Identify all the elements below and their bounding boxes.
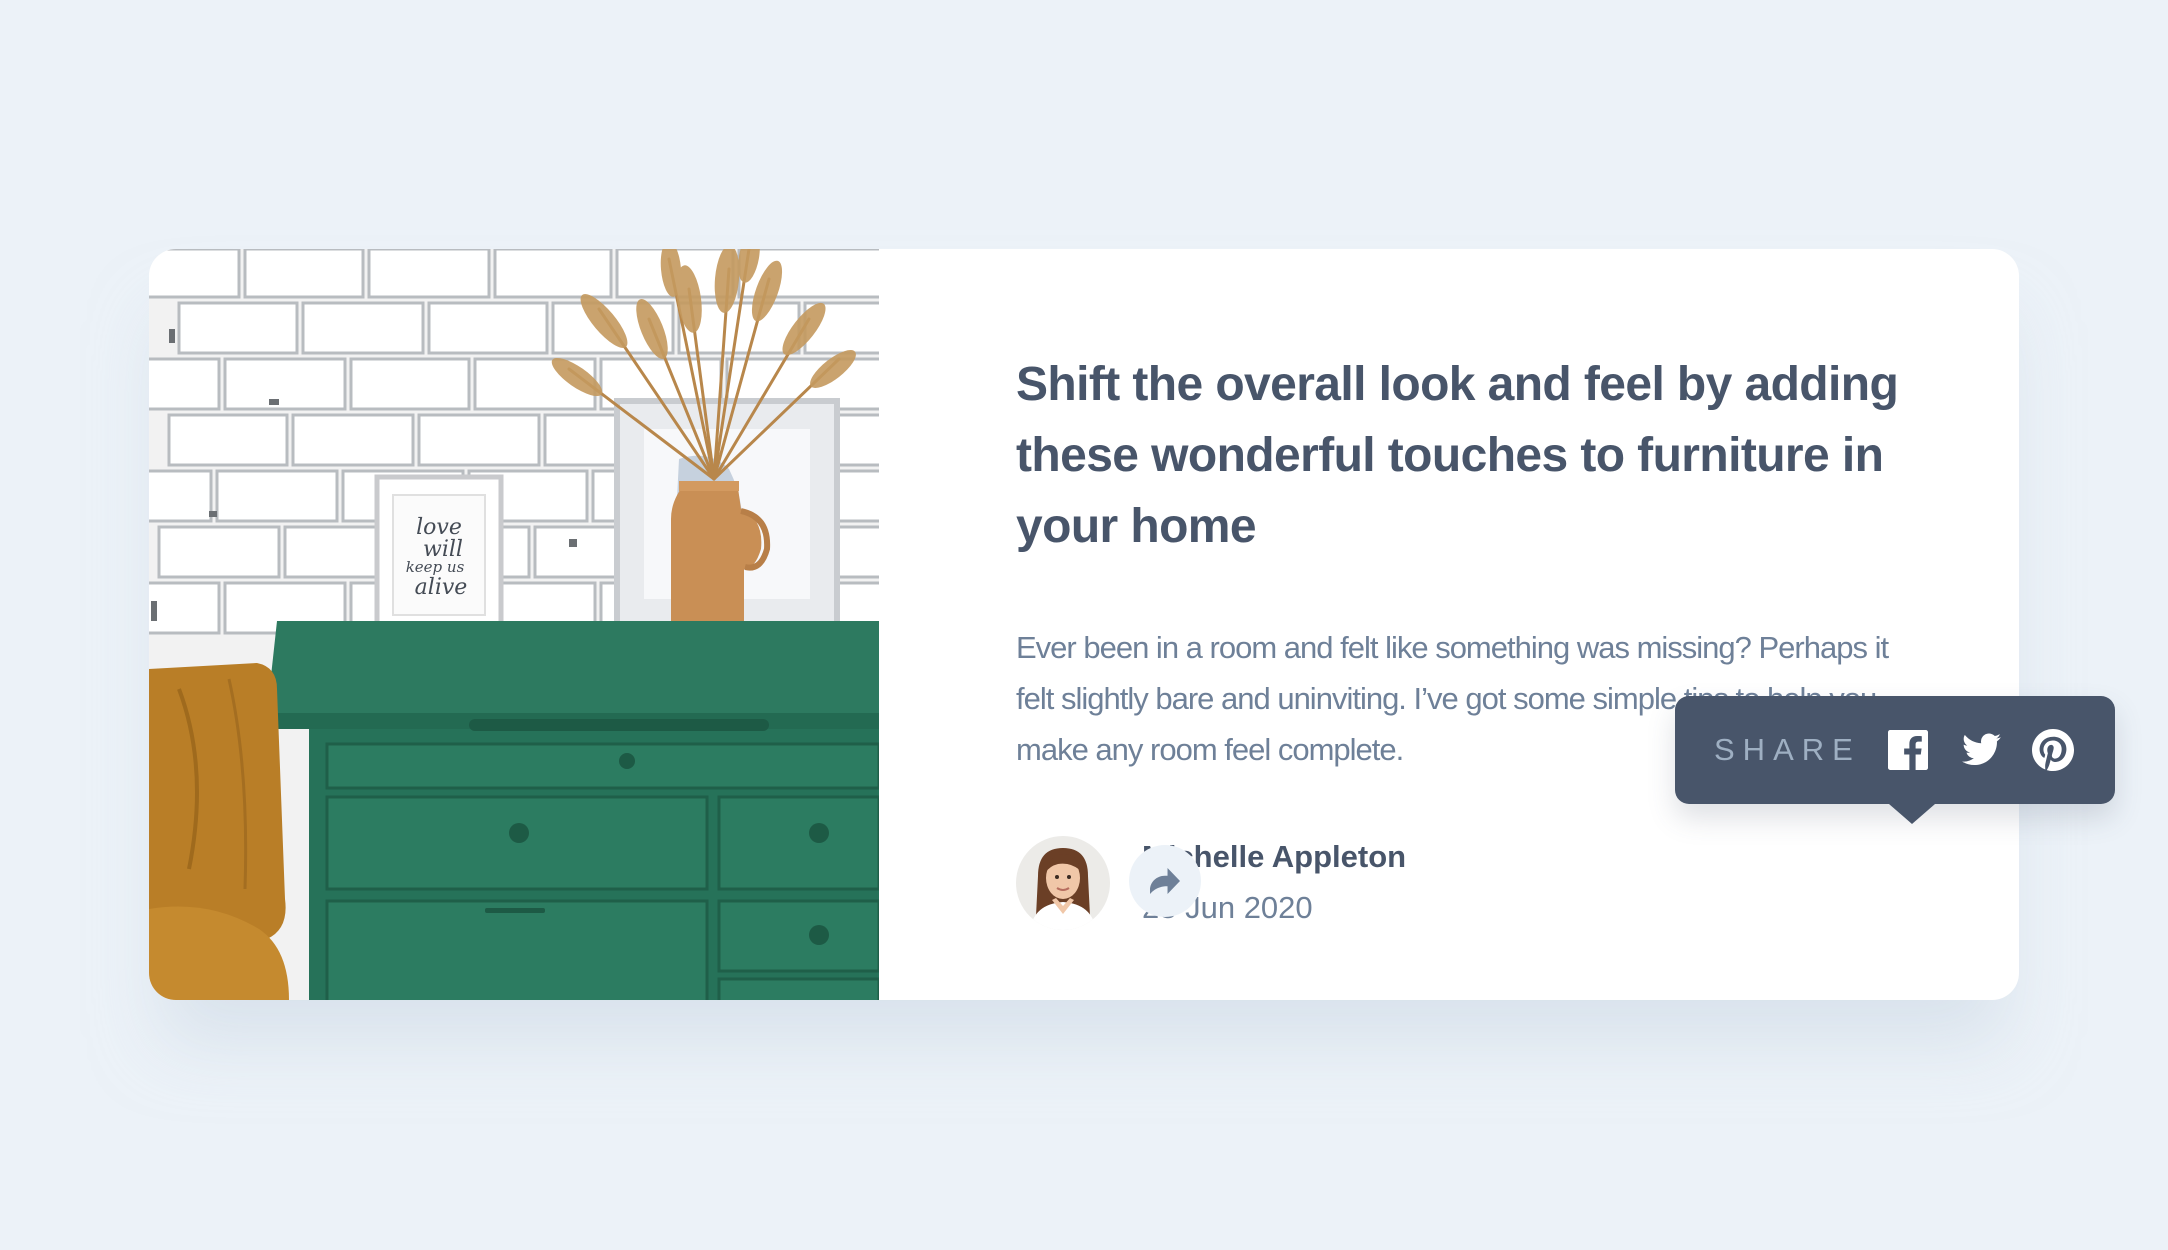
twitter-icon[interactable] — [1961, 733, 2002, 766]
drawers-photo: love will keep us alive — [149, 249, 879, 1000]
svg-text:keep us: keep us — [406, 558, 465, 576]
share-arrow-icon — [1150, 868, 1180, 894]
article-preview-card: love will keep us alive Shift the overal… — [149, 249, 2019, 1000]
pinterest-icon[interactable] — [2032, 729, 2074, 771]
facebook-icon[interactable] — [1888, 730, 1928, 770]
share-label: SHARE — [1714, 732, 1861, 767]
share-tooltip: SHARE — [1675, 696, 2115, 824]
svg-text:alive: alive — [415, 575, 468, 600]
article-content: Shift the overall look and feel by addin… — [879, 249, 2019, 1000]
author-avatar — [1016, 836, 1110, 930]
article-headline[interactable]: Shift the overall look and feel by addin… — [1016, 349, 1916, 562]
share-button[interactable] — [1129, 845, 1201, 917]
